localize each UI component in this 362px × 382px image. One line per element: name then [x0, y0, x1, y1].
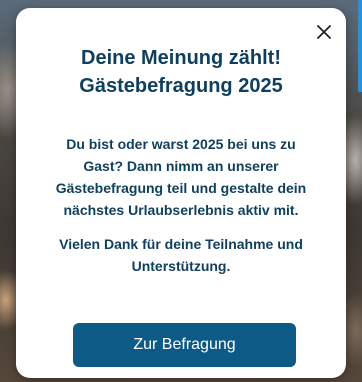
description-line-2: Gast? Dann nimm an unserer — [83, 158, 279, 174]
close-button[interactable] — [314, 22, 334, 42]
survey-modal: Deine Meinung zählt! Gästebefragung 2025… — [16, 8, 346, 378]
thanks-line-1: Vielen Dank für deine Teilnahme und — [59, 236, 303, 252]
description-line-3: Gästebefragung teil und gestalte dein — [55, 180, 307, 196]
modal-title: Deine Meinung zählt! Gästebefragung 2025 — [16, 44, 346, 100]
modal-description: Du bist oder warst 2025 bei uns zu Gast?… — [36, 133, 326, 221]
description-line-1: Du bist oder warst 2025 bei uns zu — [66, 136, 296, 152]
description-line-4: nächstes Urlaubserlebnis aktiv mit. — [63, 202, 299, 218]
start-survey-button[interactable]: Zur Befragung — [73, 323, 296, 367]
background-accent-bar — [358, 0, 362, 92]
modal-title-line-1: Deine Meinung zählt! — [81, 47, 281, 69]
close-icon — [317, 25, 331, 39]
modal-title-line-2: Gästebefragung 2025 — [79, 75, 283, 97]
modal-thanks: Vielen Dank für deine Teilnahme und Unte… — [36, 233, 326, 277]
thanks-line-2: Unterstützung. — [131, 258, 231, 274]
